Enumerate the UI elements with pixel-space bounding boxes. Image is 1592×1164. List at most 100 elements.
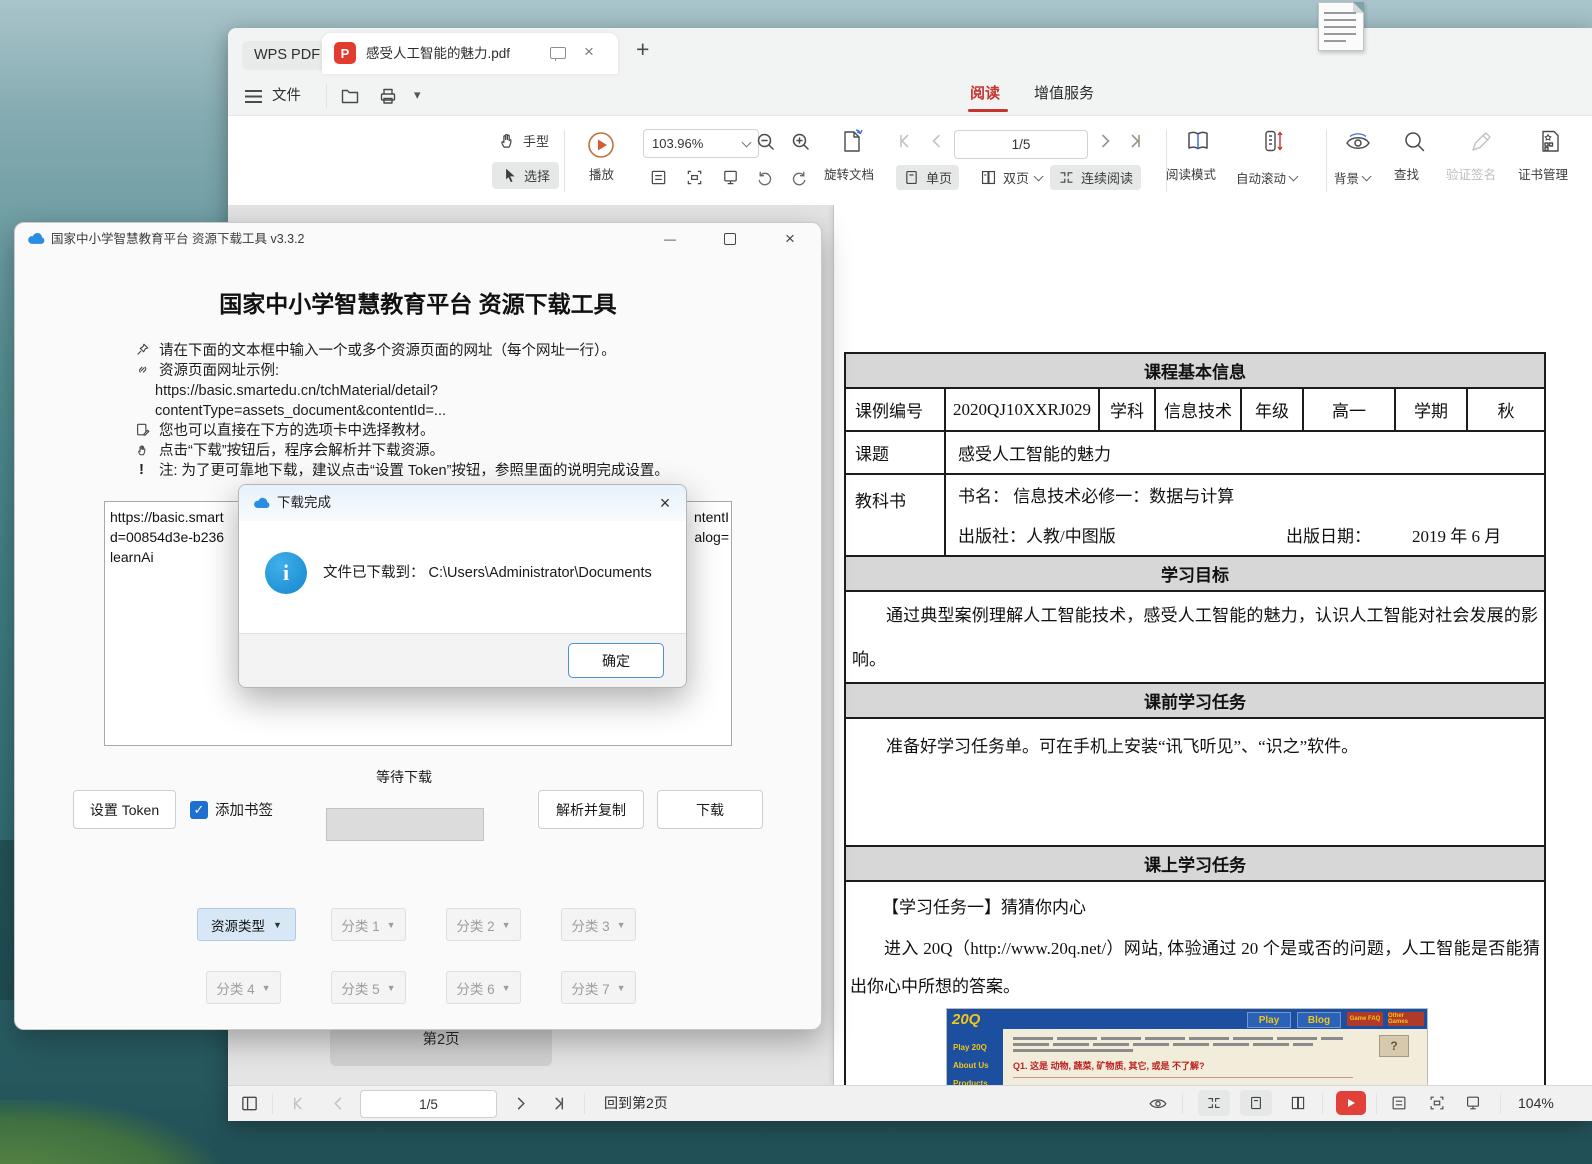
set-token-button[interactable]: 设置 Token	[73, 790, 176, 829]
category-1-dropdown[interactable]: 分类 1▼	[331, 908, 406, 941]
dialog-title: 下载完成	[277, 495, 331, 511]
play-slideshow-button[interactable]	[1336, 1091, 1366, 1115]
auto-scroll-icon[interactable]	[1260, 128, 1286, 154]
category-5-dropdown[interactable]: 分类 5▼	[331, 971, 406, 1004]
next-page-icon[interactable]	[1096, 132, 1114, 150]
zoom-out-icon[interactable]	[755, 131, 777, 153]
site-nav-gamefaq[interactable]: Game FAQ	[1347, 1012, 1383, 1026]
double-page-toggle[interactable]	[1282, 1090, 1314, 1116]
dropdown-arrow-icon: ▼	[387, 920, 396, 930]
maximize-button[interactable]	[715, 227, 745, 251]
ok-button[interactable]: 确定	[568, 643, 664, 678]
print-dropdown-icon[interactable]: ▾	[414, 88, 421, 103]
continuous-reading-icon	[1058, 169, 1075, 186]
last-page-icon[interactable]	[550, 1095, 567, 1112]
document-tab[interactable]: P 感受人工智能的魅力.pdf ×	[322, 33, 618, 74]
url-text-fragment: d=00854d3e-b236	[110, 529, 224, 545]
book-date-label: 出版日期：	[1286, 527, 1371, 547]
site-nav-blog[interactable]: Blog	[1297, 1012, 1341, 1028]
app-cloud-icon	[27, 231, 45, 245]
close-button[interactable]: ×	[775, 227, 805, 251]
download-complete-dialog: 下载完成 × i 文件已下载到： C:\Users\Administrator\…	[238, 484, 687, 688]
continuous-reading-toggle[interactable]	[1198, 1090, 1230, 1116]
app-name[interactable]: WPS PDF	[242, 41, 332, 70]
minimize-button[interactable]: —	[655, 227, 685, 251]
rotate-cw-icon[interactable]	[790, 169, 809, 188]
site-help-button[interactable]: ?	[1379, 1035, 1409, 1057]
dialog-close-button[interactable]: ×	[651, 491, 679, 515]
single-page-button[interactable]: 单页	[896, 165, 959, 190]
monitor-icon[interactable]	[550, 47, 566, 59]
desktop-document-icon[interactable]	[1318, 2, 1364, 51]
verify-signature-label: 验证签名	[1446, 168, 1496, 182]
cell-value: 高一	[1303, 388, 1395, 431]
zoom-level[interactable]: 104%	[1518, 1095, 1554, 1111]
page-number-input[interactable]: 1/5	[954, 130, 1088, 159]
continuous-reading-button[interactable]: 连续阅读	[1050, 165, 1141, 190]
hamburger-menu-icon[interactable]	[245, 90, 262, 103]
new-tab-button[interactable]: +	[636, 36, 649, 62]
rotate-document-icon[interactable]	[840, 128, 866, 156]
20q-website-screenshot: 20Q Play Blog Game FAQ Other Games	[946, 1008, 1428, 1085]
resource-type-dropdown[interactable]: 资源类型 ▼	[197, 908, 296, 941]
fit-page-icon[interactable]	[1390, 1094, 1408, 1112]
certificate-icon[interactable]	[1538, 128, 1564, 155]
task-text: 进入 20Q（http://www.20q.net/）网站, 体验通过 20 个…	[846, 930, 1544, 1006]
first-page-icon[interactable]	[290, 1095, 307, 1112]
page-indicator: 1/5	[419, 1097, 438, 1112]
zoom-select[interactable]: 103.96%	[643, 129, 759, 158]
find-icon[interactable]	[1402, 129, 1428, 155]
fit-visible-icon[interactable]	[721, 168, 740, 187]
auto-scroll-label[interactable]: 自动滚动	[1236, 168, 1286, 187]
double-page-icon	[980, 169, 997, 186]
read-mode-icon[interactable]	[1184, 128, 1212, 154]
single-page-toggle[interactable]	[1240, 1090, 1272, 1116]
document-tab-title: 感受人工智能的魅力.pdf	[366, 46, 510, 62]
folder-icon[interactable]	[340, 86, 360, 106]
category-7-dropdown[interactable]: 分类 7▼	[561, 971, 636, 1004]
back-to-page-button[interactable]: 回到第2页	[604, 1095, 668, 1111]
menu-file[interactable]: 文件	[272, 88, 301, 105]
category-6-dropdown[interactable]: 分类 6▼	[446, 971, 521, 1004]
category-2-dropdown[interactable]: 分类 2▼	[446, 908, 521, 941]
bookmark-checkbox[interactable]: ✓	[190, 801, 208, 819]
tab-value-added-services[interactable]: 增值服务	[1034, 85, 1094, 102]
fit-width-icon[interactable]	[1428, 1094, 1446, 1112]
tab-reading[interactable]: 阅读	[970, 85, 1000, 102]
instruction-url-line: https://basic.smartedu.cn/tchMaterial/de…	[155, 383, 438, 400]
continuous-reading-label: 连续阅读	[1081, 168, 1133, 187]
url-text-fragment: alog=	[694, 529, 729, 545]
fit-page-icon[interactable]	[649, 168, 668, 187]
double-page-button[interactable]: 双页	[974, 165, 1048, 190]
hand-tool-button[interactable]: 手型	[498, 131, 549, 150]
instruction-line: 点击“下载”按钮后，程序会解析并下载资源。	[159, 443, 444, 460]
eye-icon[interactable]	[1148, 1094, 1168, 1112]
category-4-dropdown[interactable]: 分类 4▼	[206, 971, 281, 1004]
zoom-in-icon[interactable]	[790, 131, 812, 153]
site-nav-other[interactable]: Other Games	[1388, 1012, 1424, 1026]
prev-page-icon[interactable]	[330, 1095, 347, 1112]
play-label: 播放	[589, 168, 614, 182]
category-3-dropdown[interactable]: 分类 3▼	[561, 908, 636, 941]
select-tool-button[interactable]: 选择	[492, 162, 559, 189]
play-button[interactable]	[586, 130, 616, 160]
background-eye-icon[interactable]	[1344, 130, 1372, 154]
parse-copy-button[interactable]: 解析并复制	[538, 790, 644, 829]
site-nav-play[interactable]: Play	[1247, 1012, 1291, 1028]
first-page-icon[interactable]	[896, 132, 914, 150]
download-button[interactable]: 下载	[657, 790, 763, 829]
bookmark-checkbox-label[interactable]: 添加书签	[215, 803, 273, 820]
fit-visible-icon[interactable]	[1464, 1094, 1482, 1112]
printer-icon[interactable]	[378, 86, 398, 106]
fit-width-icon[interactable]	[685, 168, 704, 187]
page-number-input[interactable]: 1/5	[360, 1090, 497, 1118]
dropdown-arrow-icon: ▼	[273, 920, 282, 930]
next-page-icon[interactable]	[512, 1095, 529, 1112]
rotate-ccw-icon[interactable]	[755, 169, 774, 188]
background-label[interactable]: 背景	[1334, 168, 1359, 187]
book-name: 书名： 信息技术必修一：数据与计算	[958, 487, 1234, 507]
tab-close-icon[interactable]: ×	[584, 42, 594, 62]
sidebar-panel-icon[interactable]	[240, 1094, 259, 1113]
last-page-icon[interactable]	[1126, 132, 1144, 150]
prev-page-icon[interactable]	[928, 132, 946, 150]
